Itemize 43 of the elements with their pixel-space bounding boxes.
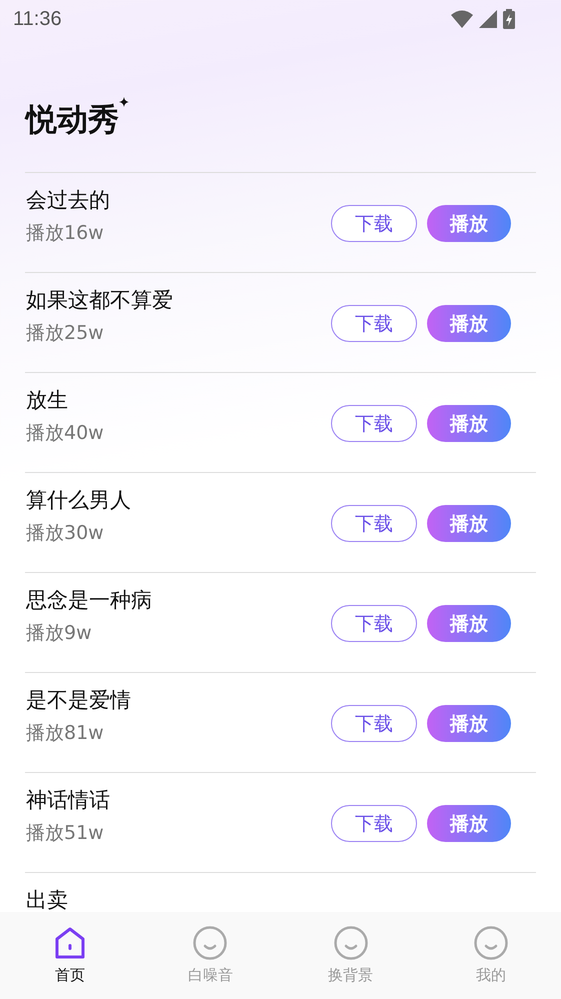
song-title: 思念是一种病	[26, 587, 153, 613]
song-title: 算什么男人	[26, 487, 132, 513]
play-count: 播放81w	[26, 721, 105, 745]
battery-icon	[503, 9, 515, 29]
song-title: 是不是爱情	[26, 687, 132, 713]
play-count: 播放51w	[26, 821, 105, 845]
play-count: 播放9w	[26, 621, 93, 645]
smiley-icon	[334, 926, 368, 960]
song-title: 如果这都不算爱	[26, 287, 174, 313]
download-button[interactable]: 下载	[331, 805, 417, 842]
song-title: 出卖	[26, 887, 69, 912]
download-button[interactable]: 下载	[331, 605, 417, 642]
nav-tab[interactable]: 首页	[0, 912, 140, 999]
download-button[interactable]: 下载	[331, 205, 417, 242]
home-icon	[53, 926, 88, 960]
nav-tab[interactable]: 白噪音	[140, 912, 280, 999]
play-button[interactable]: 播放	[427, 205, 511, 242]
song-title: 会过去的	[26, 187, 111, 213]
play-button[interactable]: 播放	[427, 805, 511, 842]
play-button[interactable]: 播放	[427, 305, 511, 342]
status-time: 11:36	[13, 8, 62, 30]
smiley-icon	[474, 926, 508, 960]
sparkle-icon	[119, 97, 129, 107]
smiley-icon	[193, 926, 228, 960]
download-button[interactable]: 下载	[331, 305, 417, 342]
wifi-icon	[451, 10, 473, 28]
app-title: 悦动秀	[26, 103, 119, 137]
nav-tab[interactable]: 换背景	[280, 912, 421, 999]
download-button[interactable]: 下载	[331, 705, 417, 742]
song-title: 神话情话	[26, 787, 111, 813]
nav-tab[interactable]: 我的	[420, 912, 561, 999]
download-button[interactable]: 下载	[331, 405, 417, 442]
song-title: 放生	[26, 387, 69, 413]
play-count: 播放16w	[26, 221, 105, 245]
play-count: 播放40w	[26, 421, 105, 445]
signal-icon	[479, 10, 497, 28]
play-button[interactable]: 播放	[427, 605, 511, 642]
play-button[interactable]: 播放	[427, 505, 511, 542]
download-button[interactable]: 下载	[331, 505, 417, 542]
play-button[interactable]: 播放	[427, 705, 511, 742]
play-count: 播放30w	[26, 521, 105, 545]
play-button[interactable]: 播放	[427, 405, 511, 442]
play-count: 播放25w	[26, 321, 105, 345]
